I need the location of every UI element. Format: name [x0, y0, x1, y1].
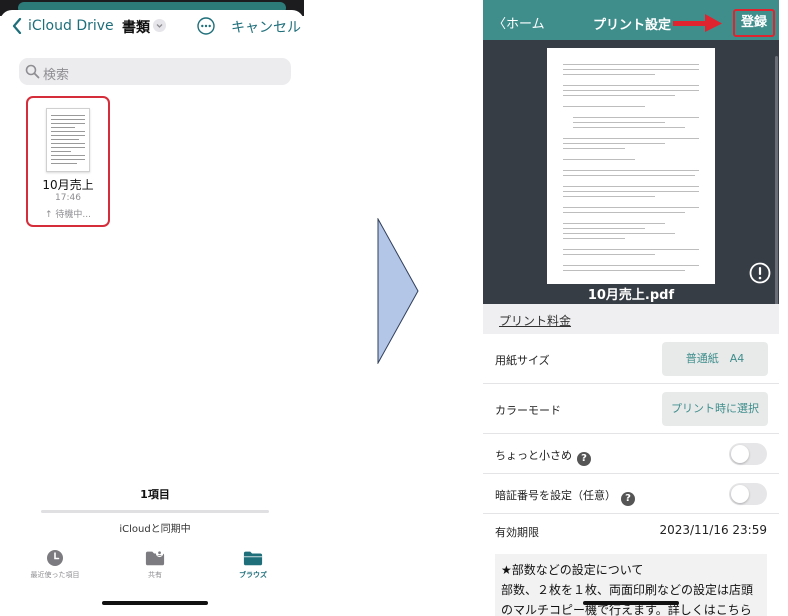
document-thumbnail — [46, 108, 90, 172]
paper-size-label: 用紙サイズ — [495, 354, 550, 367]
page-title: プリント設定 — [593, 18, 672, 33]
note-body[interactable]: 部数、２枚を１枚、両面印刷などの設定は店頭のマルチコピー機で行えます。詳しくはこ… — [501, 580, 761, 616]
color-mode-label: カラーモード — [495, 404, 561, 417]
red-pointer-arrow-icon — [673, 14, 722, 32]
tab-recents[interactable]: 最近使った項目 — [10, 548, 100, 580]
item-count: 1項目 — [140, 488, 170, 501]
back-to-icloud-drive-button[interactable]: iCloud Drive — [28, 18, 114, 34]
tab-shared[interactable]: 共有 — [110, 548, 200, 580]
picker-nav-bar: iCloud Drive 書類 キャンセル — [0, 14, 304, 40]
expiry-label: 有効期限 — [495, 526, 539, 539]
document-preview: 10月売上.pdf — [483, 40, 779, 304]
slightly-smaller-label-wrap: ちょっと小さめ? — [495, 447, 591, 466]
screenshot-canvas: iCloud Drive 書類 キャンセル 検索 10月売上 17:46 ↑ 待… — [0, 0, 788, 616]
search-icon — [25, 64, 40, 79]
help-icon[interactable]: ? — [577, 452, 591, 466]
upload-status: ↑ 待機中... — [45, 210, 91, 220]
folder-icon — [243, 551, 263, 566]
shared-folder-icon — [145, 549, 165, 566]
pin-label: 暗証番号を設定（任意） — [495, 489, 616, 502]
expiry-row: 有効期限 2023/11/16 23:59 — [483, 514, 779, 548]
print-settings-screen: 〈ホーム プリント設定 登録 10月売上.pdf プリント料金 用紙サイズ 普通… — [483, 0, 779, 616]
slightly-smaller-toggle[interactable] — [729, 443, 767, 465]
info-icon[interactable] — [749, 262, 771, 284]
pin-toggle[interactable] — [729, 483, 767, 505]
chevron-down-icon[interactable] — [153, 19, 166, 32]
copies-settings-note: ★部数などの設定について 部数、２枚を１枚、両面印刷などの設定は店頭のマルチコピ… — [495, 554, 767, 616]
tab-browse[interactable]: ブラウズ — [208, 548, 298, 580]
tab-bar: 最近使った項目 共有 ブラウズ — [0, 548, 304, 588]
sync-status-text: iCloudと同期中 — [119, 524, 191, 535]
pin-label-wrap: 暗証番号を設定（任意）? — [495, 487, 635, 506]
note-title: ★部数などの設定について — [501, 563, 644, 577]
print-price-link[interactable]: プリント料金 — [499, 312, 571, 329]
price-bar: プリント料金 — [483, 304, 779, 334]
register-button[interactable]: 登録 — [733, 9, 775, 37]
document-name: 10月売上.pdf — [587, 288, 675, 303]
document-page-preview — [547, 48, 715, 284]
file-item-highlighted[interactable]: 10月売上 17:46 ↑ 待機中... — [26, 96, 110, 227]
search-field[interactable]: 検索 — [19, 58, 291, 85]
files-app-screen: iCloud Drive 書類 キャンセル 検索 10月売上 17:46 ↑ 待… — [0, 0, 304, 616]
tab-browse-label: ブラウズ — [239, 571, 267, 579]
file-time: 17:46 — [55, 193, 81, 203]
slightly-smaller-row: ちょっと小さめ? — [483, 434, 779, 474]
file-name: 10月売上 — [42, 178, 94, 192]
expiry-value: 2023/11/16 23:59 — [659, 523, 767, 537]
folder-title[interactable]: 書類 — [122, 17, 150, 37]
cancel-button[interactable]: キャンセル — [231, 17, 301, 37]
color-mode-row: カラーモード プリント時に選択 — [483, 384, 779, 434]
back-to-home-button[interactable]: 〈ホーム — [493, 13, 545, 32]
home-indicator — [583, 601, 679, 605]
paper-size-button[interactable]: 普通紙 A4 — [662, 342, 768, 376]
paper-size-row: 用紙サイズ 普通紙 A4 — [483, 334, 779, 384]
more-options-icon[interactable] — [197, 17, 215, 35]
chevron-left-icon[interactable] — [12, 18, 22, 34]
scrollbar[interactable] — [775, 56, 778, 306]
help-icon[interactable]: ? — [621, 492, 635, 506]
tab-shared-label: 共有 — [148, 571, 162, 579]
header-bar: 〈ホーム プリント設定 登録 — [483, 0, 779, 40]
flow-arrow-icon — [377, 218, 419, 364]
home-indicator — [102, 601, 208, 605]
clock-icon — [47, 550, 63, 566]
tab-recents-label: 最近使った項目 — [30, 571, 80, 579]
sync-progress-bar — [41, 510, 269, 513]
slightly-smaller-label: ちょっと小さめ — [495, 449, 572, 462]
pin-row: 暗証番号を設定（任意）? — [483, 474, 779, 514]
color-mode-button[interactable]: プリント時に選択 — [662, 392, 768, 426]
search-placeholder: 検索 — [43, 68, 70, 83]
